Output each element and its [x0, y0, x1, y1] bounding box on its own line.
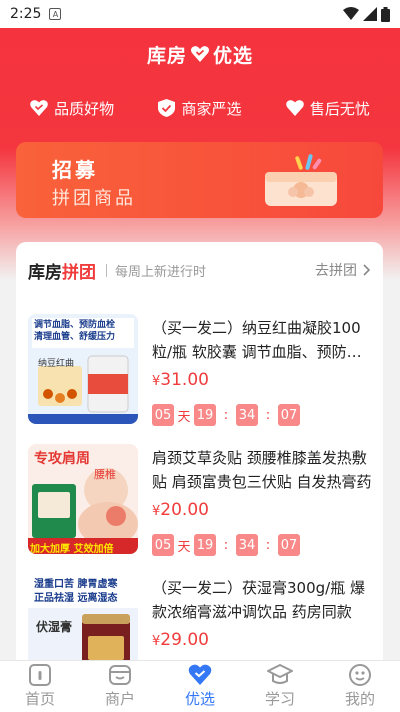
- countdown-days: 05: [152, 404, 174, 426]
- heart-badge-icon: [30, 100, 48, 116]
- home-icon: [29, 664, 51, 686]
- notification-indicator: A: [49, 8, 62, 20]
- section-title-part1: 库房: [28, 262, 62, 283]
- shop-icon: [109, 665, 131, 685]
- thumb-brand: 纳豆红曲: [38, 359, 75, 369]
- product-title: 肩颈艾草灸贴 颈腰椎膝盖发热敷贴 肩颈富贵包三伏贴 自发热膏药: [152, 449, 372, 491]
- link-label: 去拼团: [315, 263, 357, 279]
- smiley-icon: [349, 664, 371, 686]
- feature-item-aftersale: 售后无忧: [286, 98, 370, 119]
- product-price: ¥20.00: [152, 500, 209, 520]
- banner-subtitle: 拼团商品: [52, 188, 136, 209]
- feature-item-quality: 品质好物: [30, 98, 114, 119]
- group-buy-panel: 库房拼团 每周上新进行时 去拼团 调节血脂、预防血栓 清理血管、舒缓压力 纳豆红: [16, 242, 383, 682]
- shield-check-icon: [158, 99, 176, 117]
- tab-home[interactable]: 首页: [0, 661, 80, 709]
- thumb-line: 正品祛湿 远离湿态: [34, 593, 118, 604]
- thumb-footer-left: 加大加厚: [30, 544, 70, 554]
- countdown-hours: 19: [194, 534, 216, 556]
- price-value: 31.00: [160, 370, 209, 390]
- divider: [106, 263, 107, 277]
- feature-strip: 品质好物 商家严选 售后无忧: [0, 88, 400, 128]
- go-group-buy-link[interactable]: 去拼团: [315, 260, 371, 280]
- section-title-part2: 拼团: [62, 262, 96, 283]
- tab-label: 学习: [264, 690, 295, 708]
- product-title: （买一发二）纳豆红曲凝胶100粒/瓶 软胶囊 调节血脂、预防血栓: [152, 319, 362, 361]
- countdown-seconds: 07: [278, 534, 300, 556]
- banner-title: 招募: [52, 158, 98, 182]
- price-value: 20.00: [160, 500, 209, 520]
- thumb-line: 清理血管、舒缓压力: [34, 332, 116, 342]
- status-time: 2:25: [10, 6, 42, 22]
- thumb-caption: 调节血脂、预防血栓 清理血管、舒缓压力: [34, 319, 134, 343]
- heart-badge-icon: [188, 664, 212, 685]
- thumb-line: 湿重口苦 脾胃虚寒: [34, 579, 118, 590]
- title-right: 优选: [213, 44, 254, 67]
- signal-icon: [363, 7, 377, 21]
- feature-label: 品质好物: [54, 99, 115, 118]
- section-subtitle: 每周上新进行时: [115, 264, 207, 280]
- product-price: ¥31.00: [152, 370, 209, 390]
- countdown-seconds: 07: [278, 404, 300, 426]
- countdown-day-unit: 天: [177, 539, 191, 555]
- tab-label: 商户: [104, 690, 135, 708]
- page-title: 库房 优选: [0, 28, 400, 80]
- thumb-caption: 湿重口苦 脾胃虚寒 正品祛湿 远离湿态: [34, 578, 117, 606]
- feature-label: 售后无忧: [309, 99, 370, 118]
- product-image: 专攻肩周 腰椎 加大加厚 艾效加倍: [28, 444, 138, 554]
- countdown-colon: :: [265, 537, 271, 553]
- countdown-colon: :: [265, 407, 271, 423]
- battery-icon: [381, 6, 390, 22]
- product-image: 调节血脂、预防血栓 清理血管、舒缓压力 纳豆红曲: [28, 314, 138, 424]
- tab-label: 首页: [24, 690, 55, 708]
- tab-mine[interactable]: 我的: [320, 661, 400, 709]
- countdown-minutes: 34: [236, 404, 258, 426]
- section-header: 库房拼团 每周上新进行时 去拼团: [16, 242, 383, 298]
- feature-item-selection: 商家严选: [158, 98, 242, 119]
- status-bar: 2:25 A: [0, 0, 400, 28]
- heart-icon: [286, 100, 304, 116]
- tab-label: 我的: [344, 690, 375, 708]
- chevron-right-icon: [363, 264, 371, 276]
- product-card[interactable]: 专攻肩周 腰椎 加大加厚 艾效加倍 肩颈艾草灸贴 颈腰椎膝盖发热敷贴 肩颈富贵包…: [28, 444, 373, 560]
- bottom-tab-bar: 首页 商户 优选 学习 我的: [0, 660, 400, 712]
- thumb-tag: 腰椎: [94, 468, 116, 481]
- thumb-line: 调节血脂、预防血栓: [34, 320, 116, 330]
- countdown-colon: :: [223, 407, 229, 423]
- tab-label: 优选: [184, 690, 215, 708]
- thumb-footer: 加大加厚 艾效加倍: [30, 540, 113, 554]
- product-card[interactable]: 调节血脂、预防血栓 清理血管、舒缓压力 纳豆红曲 （买一发二）纳豆红曲凝胶100…: [28, 314, 373, 430]
- countdown-timer: 05 天 19 : 34 : 07: [152, 534, 300, 556]
- countdown-hours: 19: [194, 404, 216, 426]
- tab-merchant[interactable]: 商户: [80, 661, 160, 709]
- thumb-headline: 专攻肩周: [34, 451, 90, 467]
- product-title: （买一发二）茯湿膏300g/瓶 爆款浓缩膏滋冲调饮品 药房同款: [152, 579, 365, 621]
- thumb-brand: 伏湿膏: [36, 620, 73, 634]
- recruit-banner[interactable]: 招募 拼团商品: [16, 142, 383, 218]
- countdown-timer: 05 天 19 : 34 : 07: [152, 404, 300, 426]
- product-price: ¥29.00: [152, 630, 209, 650]
- tab-learn[interactable]: 学习: [240, 661, 320, 709]
- countdown-minutes: 34: [236, 534, 258, 556]
- countdown-days: 05: [152, 534, 174, 556]
- feature-label: 商家严选: [181, 99, 242, 118]
- wifi-icon: [343, 7, 359, 20]
- title-left: 库房: [146, 44, 187, 67]
- price-value: 29.00: [160, 630, 209, 650]
- status-icons: [343, 6, 390, 22]
- section-title: 库房拼团: [28, 258, 96, 283]
- graduation-cap-icon: [267, 664, 293, 684]
- countdown-day-unit: 天: [177, 409, 191, 425]
- countdown-colon: :: [223, 537, 229, 553]
- tab-featured[interactable]: 优选: [160, 661, 240, 709]
- heart-logo-icon: [190, 44, 210, 64]
- thumb-footer-right: 艾效加倍: [73, 544, 114, 554]
- gift-box-icon: [265, 154, 337, 206]
